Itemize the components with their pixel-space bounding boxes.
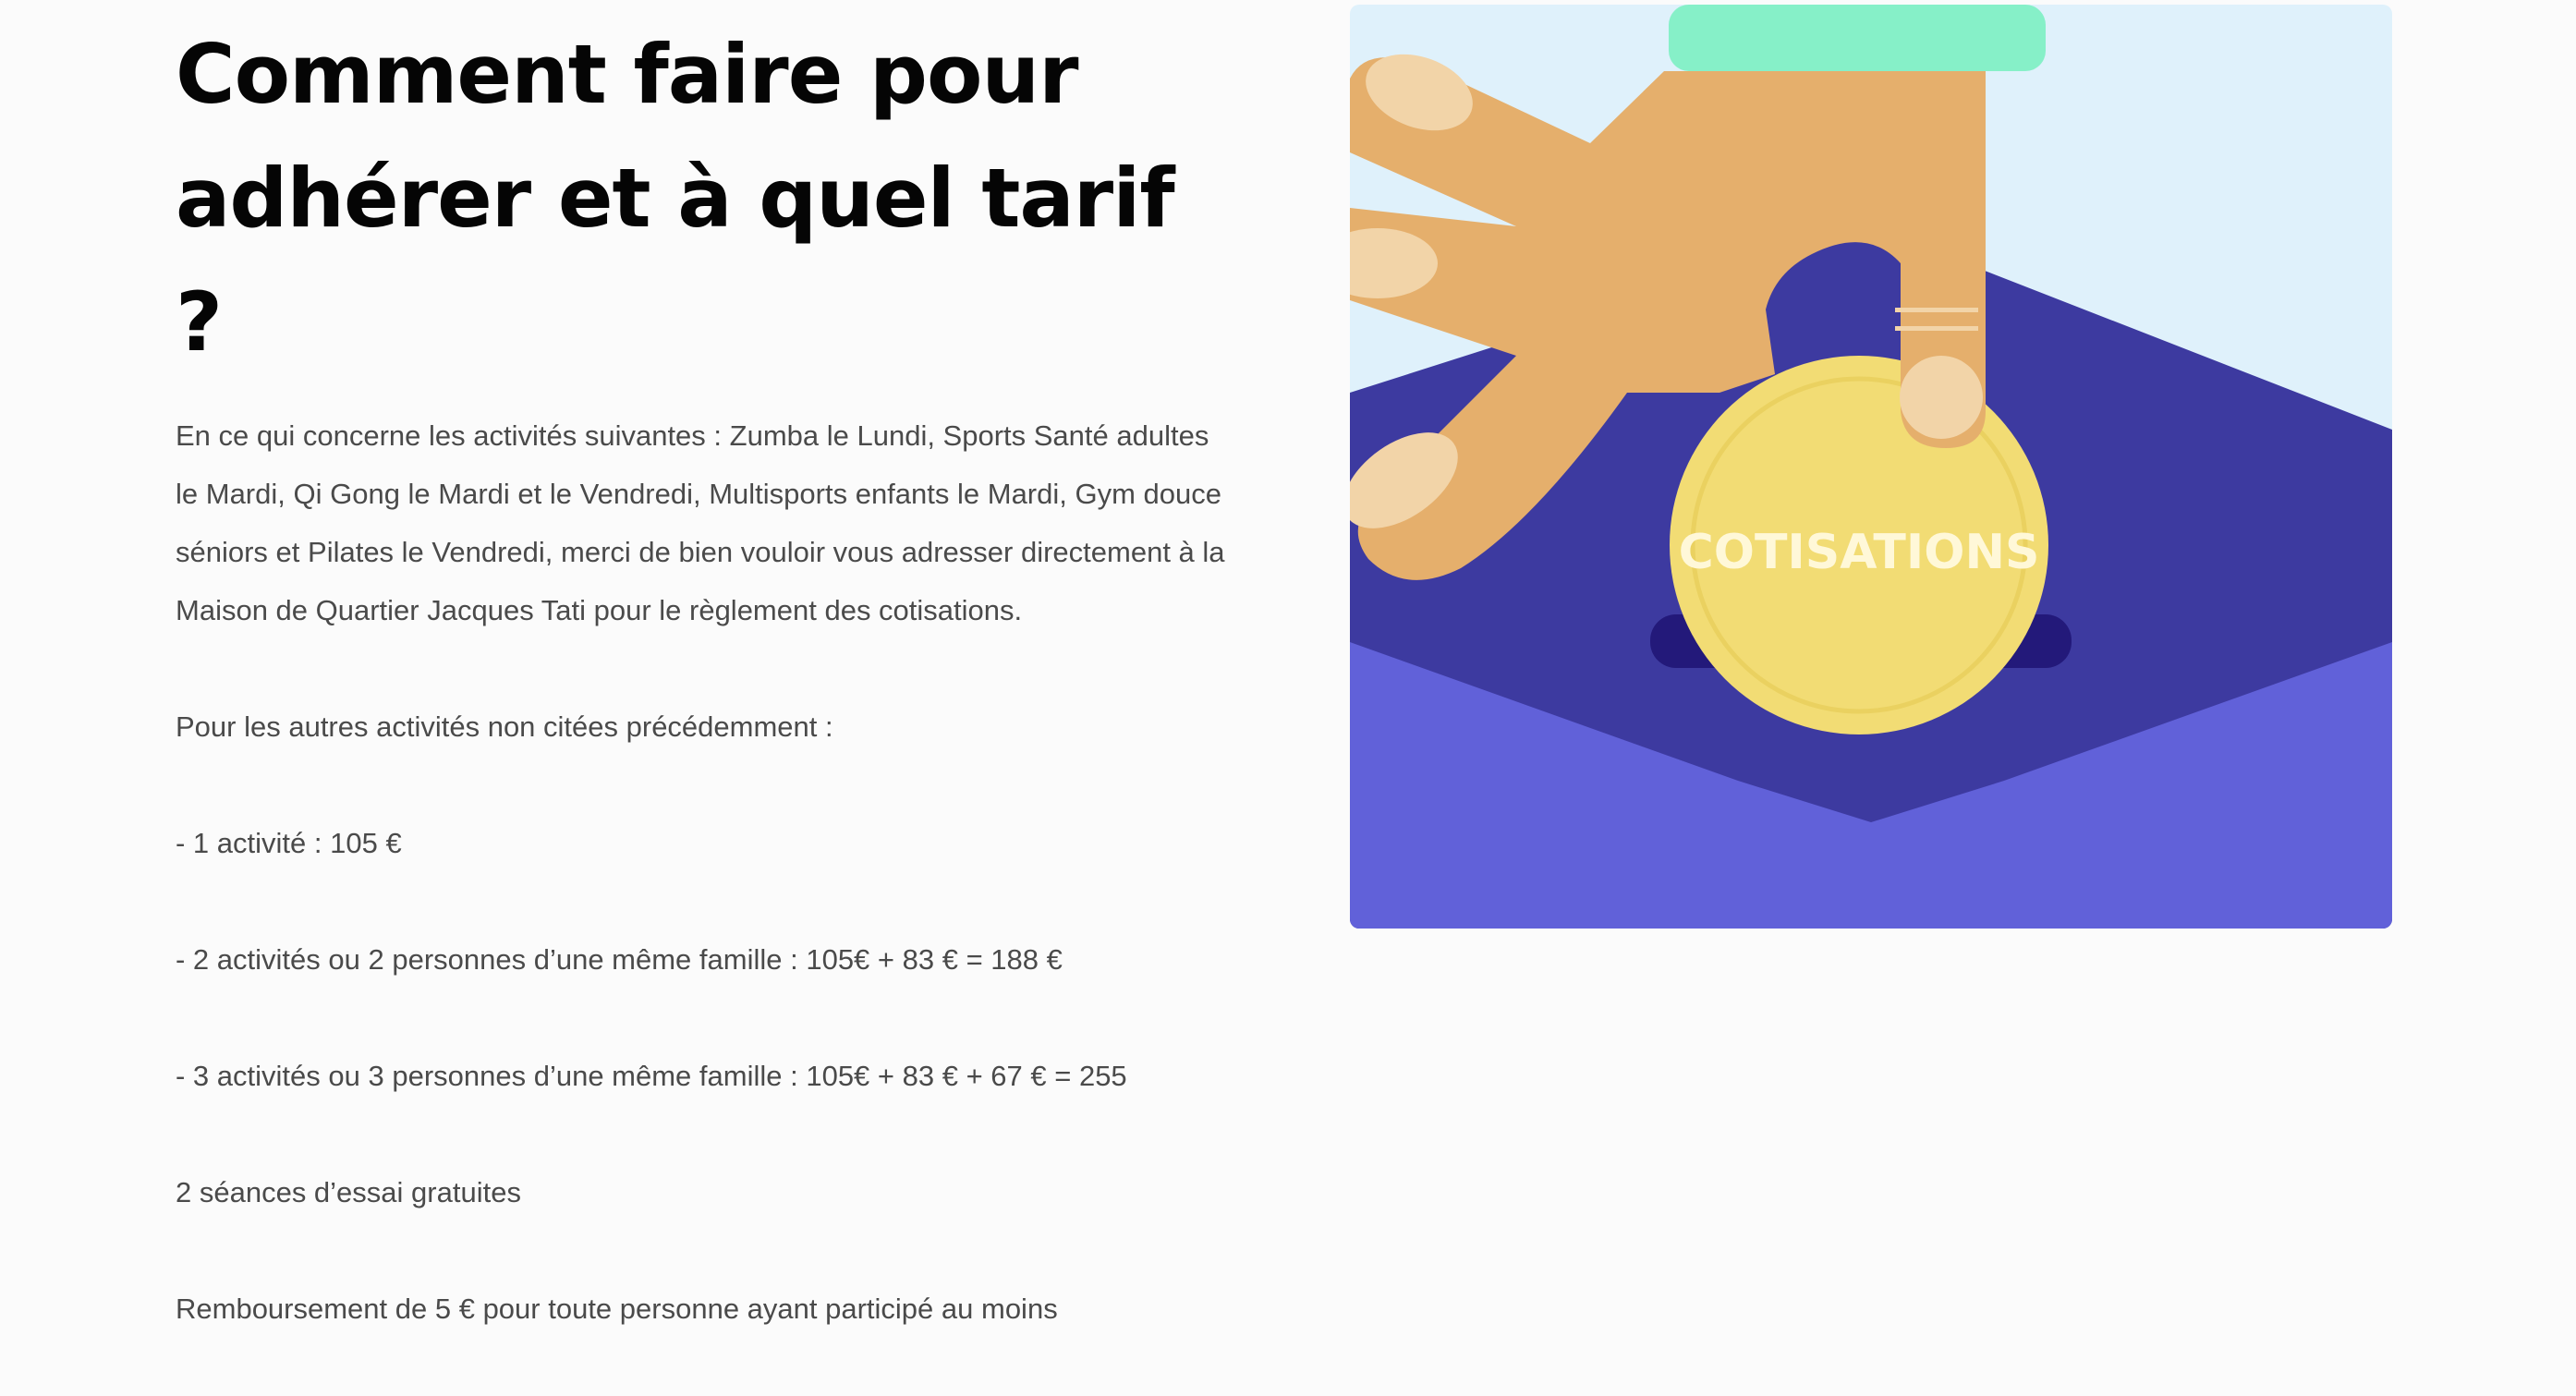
price-one-activity: - 1 activité : 105 € (176, 827, 402, 859)
refund-note: Remboursement de 5 € pour toute personne… (176, 1293, 1058, 1325)
page-title: Comment faire pour adhérer et à quel tar… (176, 27, 1175, 370)
content-column: Comment faire pour adhérer et à quel tar… (176, 13, 1238, 1396)
hand-coin-envelope-image: COTISATIONS (1350, 5, 2392, 929)
price-two-activities: - 2 activités ou 2 personnes d’une même … (176, 943, 1063, 976)
coin-label: COTISATIONS (1679, 525, 2040, 580)
article-body: En ce qui concerne les activités suivant… (176, 407, 1238, 1338)
free-trial-sessions: 2 séances d’essai gratuites (176, 1176, 521, 1208)
paragraph-other-activities: Pour les autres activités non citées pré… (176, 710, 833, 743)
cotisations-illustration: COTISATIONS (1350, 5, 2392, 929)
paragraph-intro: En ce qui concerne les activités suivant… (176, 419, 1225, 626)
price-three-activities: - 3 activités ou 3 personnes d’une même … (176, 1060, 1127, 1092)
